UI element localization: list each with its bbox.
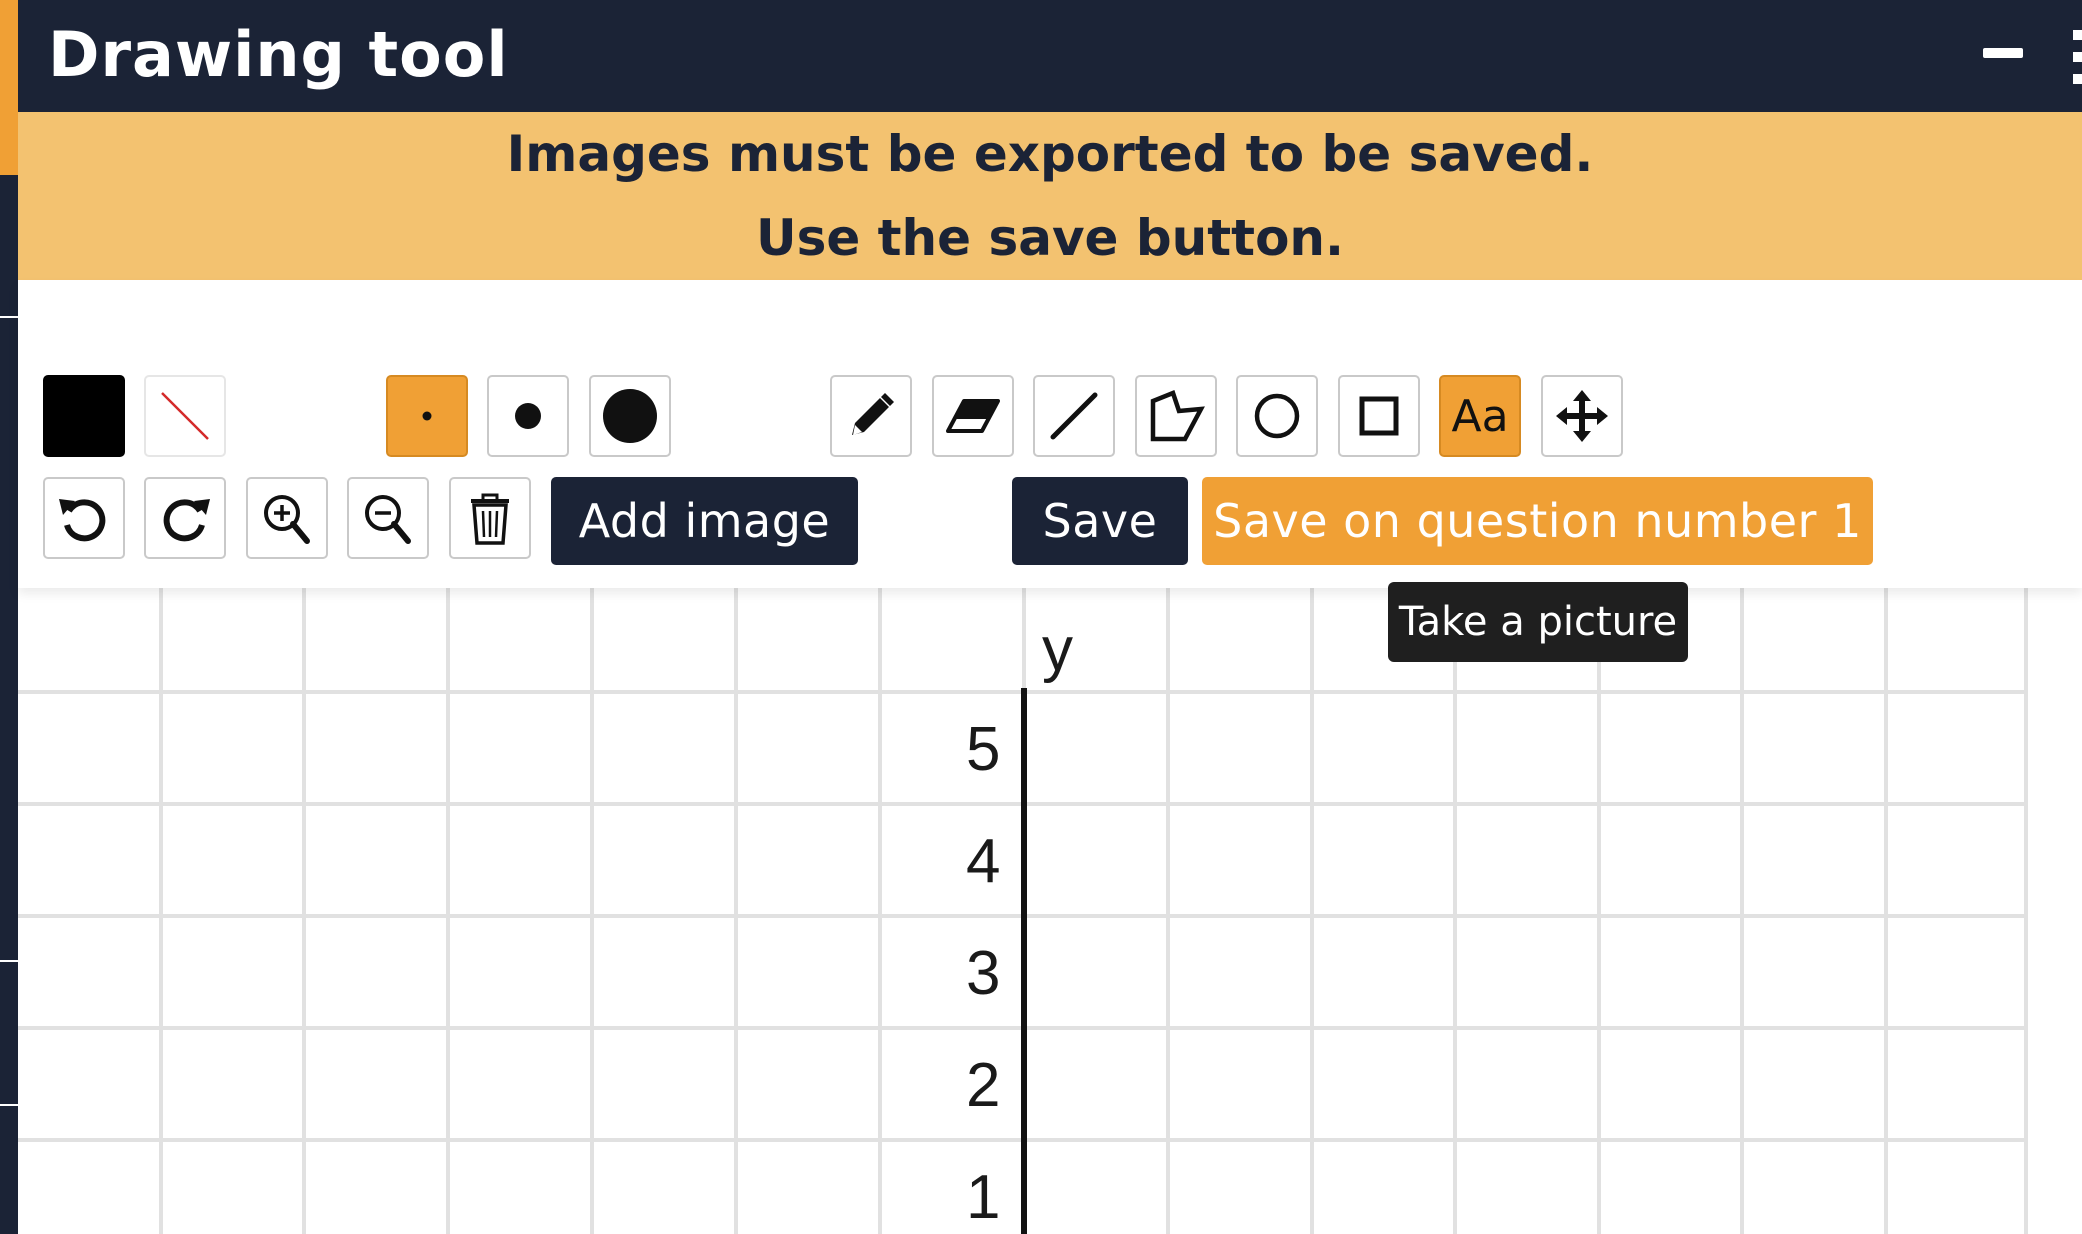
trash-icon — [471, 493, 509, 545]
y-axis-label: y — [1042, 615, 1073, 684]
zoom-in-button[interactable] — [246, 477, 328, 559]
text-icon: Aa — [1451, 390, 1509, 442]
eraser-tool[interactable] — [932, 375, 1014, 457]
large-dot-icon — [603, 389, 657, 443]
rectangle-tool[interactable] — [1338, 375, 1420, 457]
line-icon — [1050, 392, 1098, 440]
notice-line-2: Use the save button. — [755, 209, 1345, 267]
y-tick-label: 4 — [966, 827, 1001, 896]
line-tool[interactable] — [1033, 375, 1115, 457]
zoom-out-button[interactable] — [347, 477, 429, 559]
small-dot-icon — [422, 411, 432, 421]
y-tick-label: 5 — [966, 715, 1001, 784]
pencil-tool[interactable] — [830, 375, 912, 457]
polygon-tool[interactable] — [1135, 375, 1217, 457]
save-button[interactable]: Save — [1012, 477, 1188, 565]
circle-tool[interactable] — [1236, 375, 1318, 457]
window-titlebar: Drawing tool — [18, 0, 2082, 112]
move-icon — [1556, 390, 1608, 442]
no-fill-icon — [161, 392, 209, 440]
undo-icon — [59, 499, 106, 542]
eraser-icon — [946, 399, 1000, 433]
circle-icon — [1254, 393, 1300, 439]
polygon-icon — [1150, 390, 1205, 442]
square-icon — [1359, 396, 1399, 436]
drawing-toolbar: Aa Add image Save Save on question numbe… — [18, 280, 2082, 588]
notice-line-1: Images must be exported to be saved. — [506, 125, 1594, 183]
medium-dot-icon — [515, 403, 541, 429]
fill-color-swatch[interactable] — [144, 375, 226, 457]
add-image-button[interactable]: Add image — [551, 477, 858, 565]
text-tool[interactable]: Aa — [1439, 375, 1521, 457]
stroke-color-swatch[interactable] — [43, 375, 125, 457]
window-left-edge — [0, 0, 18, 1234]
y-tick-label: 2 — [966, 1051, 1001, 1120]
move-tool[interactable] — [1541, 375, 1623, 457]
zoom-out-icon — [365, 495, 411, 544]
save-on-question-button[interactable]: Save on question number 1 — [1202, 477, 1873, 565]
redo-button[interactable] — [144, 477, 226, 559]
expand-icon[interactable] — [2073, 30, 2082, 86]
left-edge-divider — [0, 316, 18, 318]
undo-button[interactable] — [43, 477, 125, 559]
stroke-size-large[interactable] — [589, 375, 671, 457]
drawing-canvas[interactable]: y 5 4 3 2 1 — [18, 588, 2082, 1234]
y-tick-label: 1 — [966, 1163, 1001, 1232]
export-notice-banner: Images must be exported to be saved. Use… — [18, 112, 2082, 280]
left-edge-accent — [0, 0, 18, 175]
redo-icon — [163, 499, 210, 542]
zoom-in-icon — [264, 495, 310, 544]
stroke-size-medium[interactable] — [487, 375, 569, 457]
tooltip: Take a picture — [1388, 582, 1688, 662]
left-edge-divider — [0, 960, 18, 962]
y-tick-label: 3 — [966, 939, 1001, 1008]
minimize-icon[interactable] — [1983, 48, 2023, 58]
pencil-icon — [852, 393, 894, 435]
stroke-size-small[interactable] — [386, 375, 468, 457]
window-title: Drawing tool — [48, 18, 509, 91]
left-edge-divider — [0, 1104, 18, 1106]
delete-button[interactable] — [449, 477, 531, 559]
